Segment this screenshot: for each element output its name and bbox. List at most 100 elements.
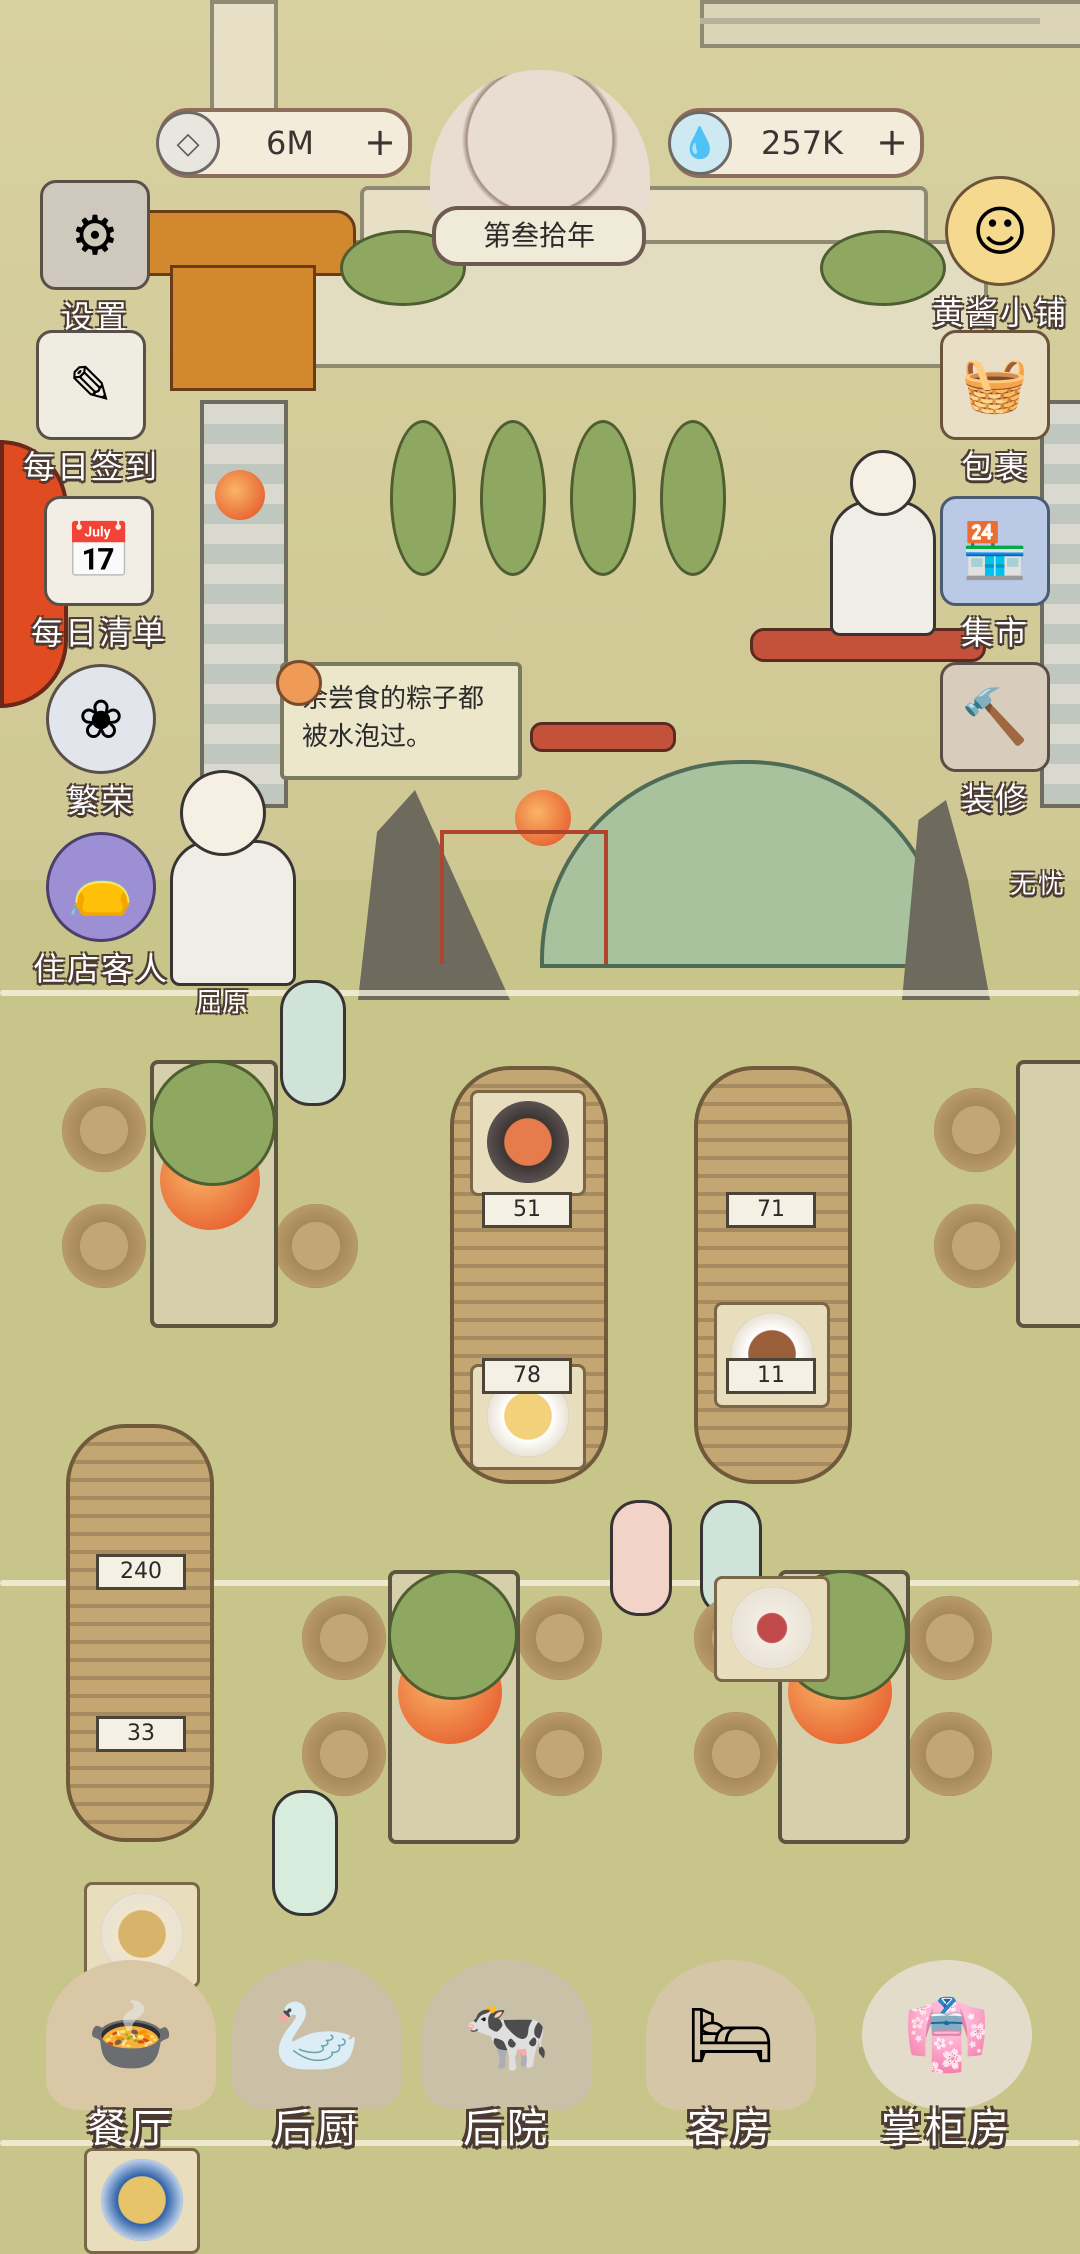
add-coin-button[interactable]: + xyxy=(360,123,400,163)
add-water-button[interactable]: + xyxy=(872,123,912,163)
daily-list-button[interactable]: 📅 每日清单 xyxy=(24,496,174,654)
poet-character[interactable] xyxy=(830,500,936,636)
prosperity-icon: ❀ xyxy=(46,664,156,774)
daily-list-label: 每日清单 xyxy=(30,614,167,652)
stool xyxy=(302,1712,386,1796)
dish-slot[interactable] xyxy=(470,1090,586,1196)
backyard-icon: 🐄 xyxy=(422,1960,592,2110)
stool xyxy=(518,1712,602,1796)
basket-icon: 🧺 xyxy=(940,330,1050,440)
hammer-icon: 🔨 xyxy=(940,662,1050,772)
year-label: 第叁拾年 xyxy=(432,206,646,266)
dish-count: 78 xyxy=(482,1358,572,1394)
guest-character[interactable] xyxy=(280,980,346,1106)
dish-slot[interactable] xyxy=(84,2148,200,2254)
stool xyxy=(62,1088,146,1172)
stool xyxy=(908,1596,992,1680)
poet-head xyxy=(850,450,916,516)
character-name-tag: 屈原 xyxy=(196,988,249,1018)
nav-restaurant[interactable]: 🍲 餐厅 xyxy=(36,1960,226,2154)
dish-count: 71 xyxy=(726,1192,816,1228)
sauce-shop-label: 黄酱小铺 xyxy=(931,294,1068,332)
wall-shelf xyxy=(530,722,676,752)
water-drop-icon: 💧 xyxy=(668,111,732,175)
rice-dish-icon xyxy=(731,1587,813,1669)
garden-fence xyxy=(440,830,608,964)
water-value: 257K xyxy=(760,124,844,162)
decorate-label: 装修 xyxy=(960,780,1029,818)
pillar-sun-ornament xyxy=(215,470,265,520)
stool xyxy=(518,1596,602,1680)
market-label: 集市 xyxy=(960,614,1029,652)
guest-room-icon: 🛏 xyxy=(646,1960,816,2110)
package-button[interactable]: 🧺 包裹 xyxy=(920,330,1070,488)
stool xyxy=(934,1088,1018,1172)
river-line xyxy=(0,990,1080,996)
box-gear-icon: ⚙ xyxy=(40,180,150,290)
dish-boat-2[interactable] xyxy=(694,1066,852,1484)
market-button[interactable]: 🏪 集市 xyxy=(920,496,1070,654)
dish-count: 240 xyxy=(96,1554,186,1590)
quyuan-head xyxy=(180,770,266,856)
market-stall-icon: 🏪 xyxy=(940,496,1050,606)
hanging-leaf xyxy=(660,420,726,576)
restaurant-icon: 🍲 xyxy=(46,1960,216,2110)
prosperity-button[interactable]: ❀ 繁荣 xyxy=(26,664,176,822)
nav-restaurant-label: 餐厅 xyxy=(87,2106,175,2152)
dish-count: 51 xyxy=(482,1192,572,1228)
table-leaf-decor xyxy=(150,1060,276,1186)
manager-room-icon: 👘 xyxy=(862,1960,1032,2110)
decorate-button[interactable]: 🔨 装修 xyxy=(920,662,1070,820)
daily-signin-label: 每日签到 xyxy=(22,448,159,486)
coin-currency-bar: ◇ 6M + xyxy=(156,108,412,178)
waiter-character[interactable] xyxy=(272,1790,338,1916)
brush-scroll-icon: ✎ xyxy=(36,330,146,440)
speaker-avatar-icon xyxy=(276,660,322,706)
nav-backyard-label: 后院 xyxy=(463,2106,551,2152)
hanging-leaf xyxy=(480,420,546,576)
sauce-shop-button[interactable]: ☺ 黄酱小铺 xyxy=(920,176,1080,334)
stool xyxy=(934,1204,1018,1288)
package-label: 包裹 xyxy=(960,448,1029,486)
hotpot-dish-icon xyxy=(487,1101,569,1183)
dining-table[interactable] xyxy=(1016,1060,1080,1328)
dish-boat-3[interactable] xyxy=(66,1424,214,1842)
nav-manager-room-label: 掌柜房 xyxy=(881,2106,1013,2152)
nav-guest-room[interactable]: 🛏 客房 xyxy=(636,1960,826,2154)
nav-kitchen[interactable]: 🦢 后厨 xyxy=(222,1960,412,2154)
nav-kitchen-label: 后厨 xyxy=(273,2106,361,2152)
calendar-icon: 📅 xyxy=(44,496,154,606)
dish-count: 11 xyxy=(726,1358,816,1394)
dish-count: 33 xyxy=(96,1716,186,1752)
guest-character[interactable] xyxy=(610,1500,672,1616)
left-lantern-tower xyxy=(170,265,316,391)
left-pillar xyxy=(200,400,288,808)
table-leaf-decor xyxy=(388,1570,518,1700)
wall-window xyxy=(700,0,1080,48)
nav-manager-room[interactable]: 👘 掌柜房 xyxy=(842,1960,1052,2154)
guests-button[interactable]: 👝 住店客人 xyxy=(26,832,176,990)
stool xyxy=(908,1712,992,1796)
settings-button[interactable]: ⚙ 设置 xyxy=(20,180,170,338)
quyuan-character[interactable] xyxy=(170,840,296,986)
nav-guest-room-label: 客房 xyxy=(687,2106,775,2152)
stool xyxy=(302,1596,386,1680)
nav-backyard[interactable]: 🐄 后院 xyxy=(412,1960,602,2154)
edge-label[interactable]: 无忧 xyxy=(1010,864,1066,901)
coin-icon: ◇ xyxy=(156,111,220,175)
noodle-dish-icon xyxy=(101,2159,183,2241)
shop-girl-icon: ☺ xyxy=(945,176,1055,286)
guest-bag-icon: 👝 xyxy=(46,832,156,942)
daily-signin-button[interactable]: ✎ 每日签到 xyxy=(16,330,166,488)
guests-label: 住店客人 xyxy=(32,950,169,988)
coin-value: 6M xyxy=(266,124,314,162)
stool xyxy=(62,1204,146,1288)
stool xyxy=(274,1204,358,1288)
stool xyxy=(694,1712,778,1796)
dish-slot[interactable] xyxy=(714,1576,830,1682)
kitchen-icon: 🦢 xyxy=(232,1960,402,2110)
window-rail xyxy=(700,18,1040,24)
prosperity-label: 繁荣 xyxy=(66,782,135,820)
hanging-leaf xyxy=(570,420,636,576)
water-currency-bar: 💧 257K + xyxy=(668,108,924,178)
